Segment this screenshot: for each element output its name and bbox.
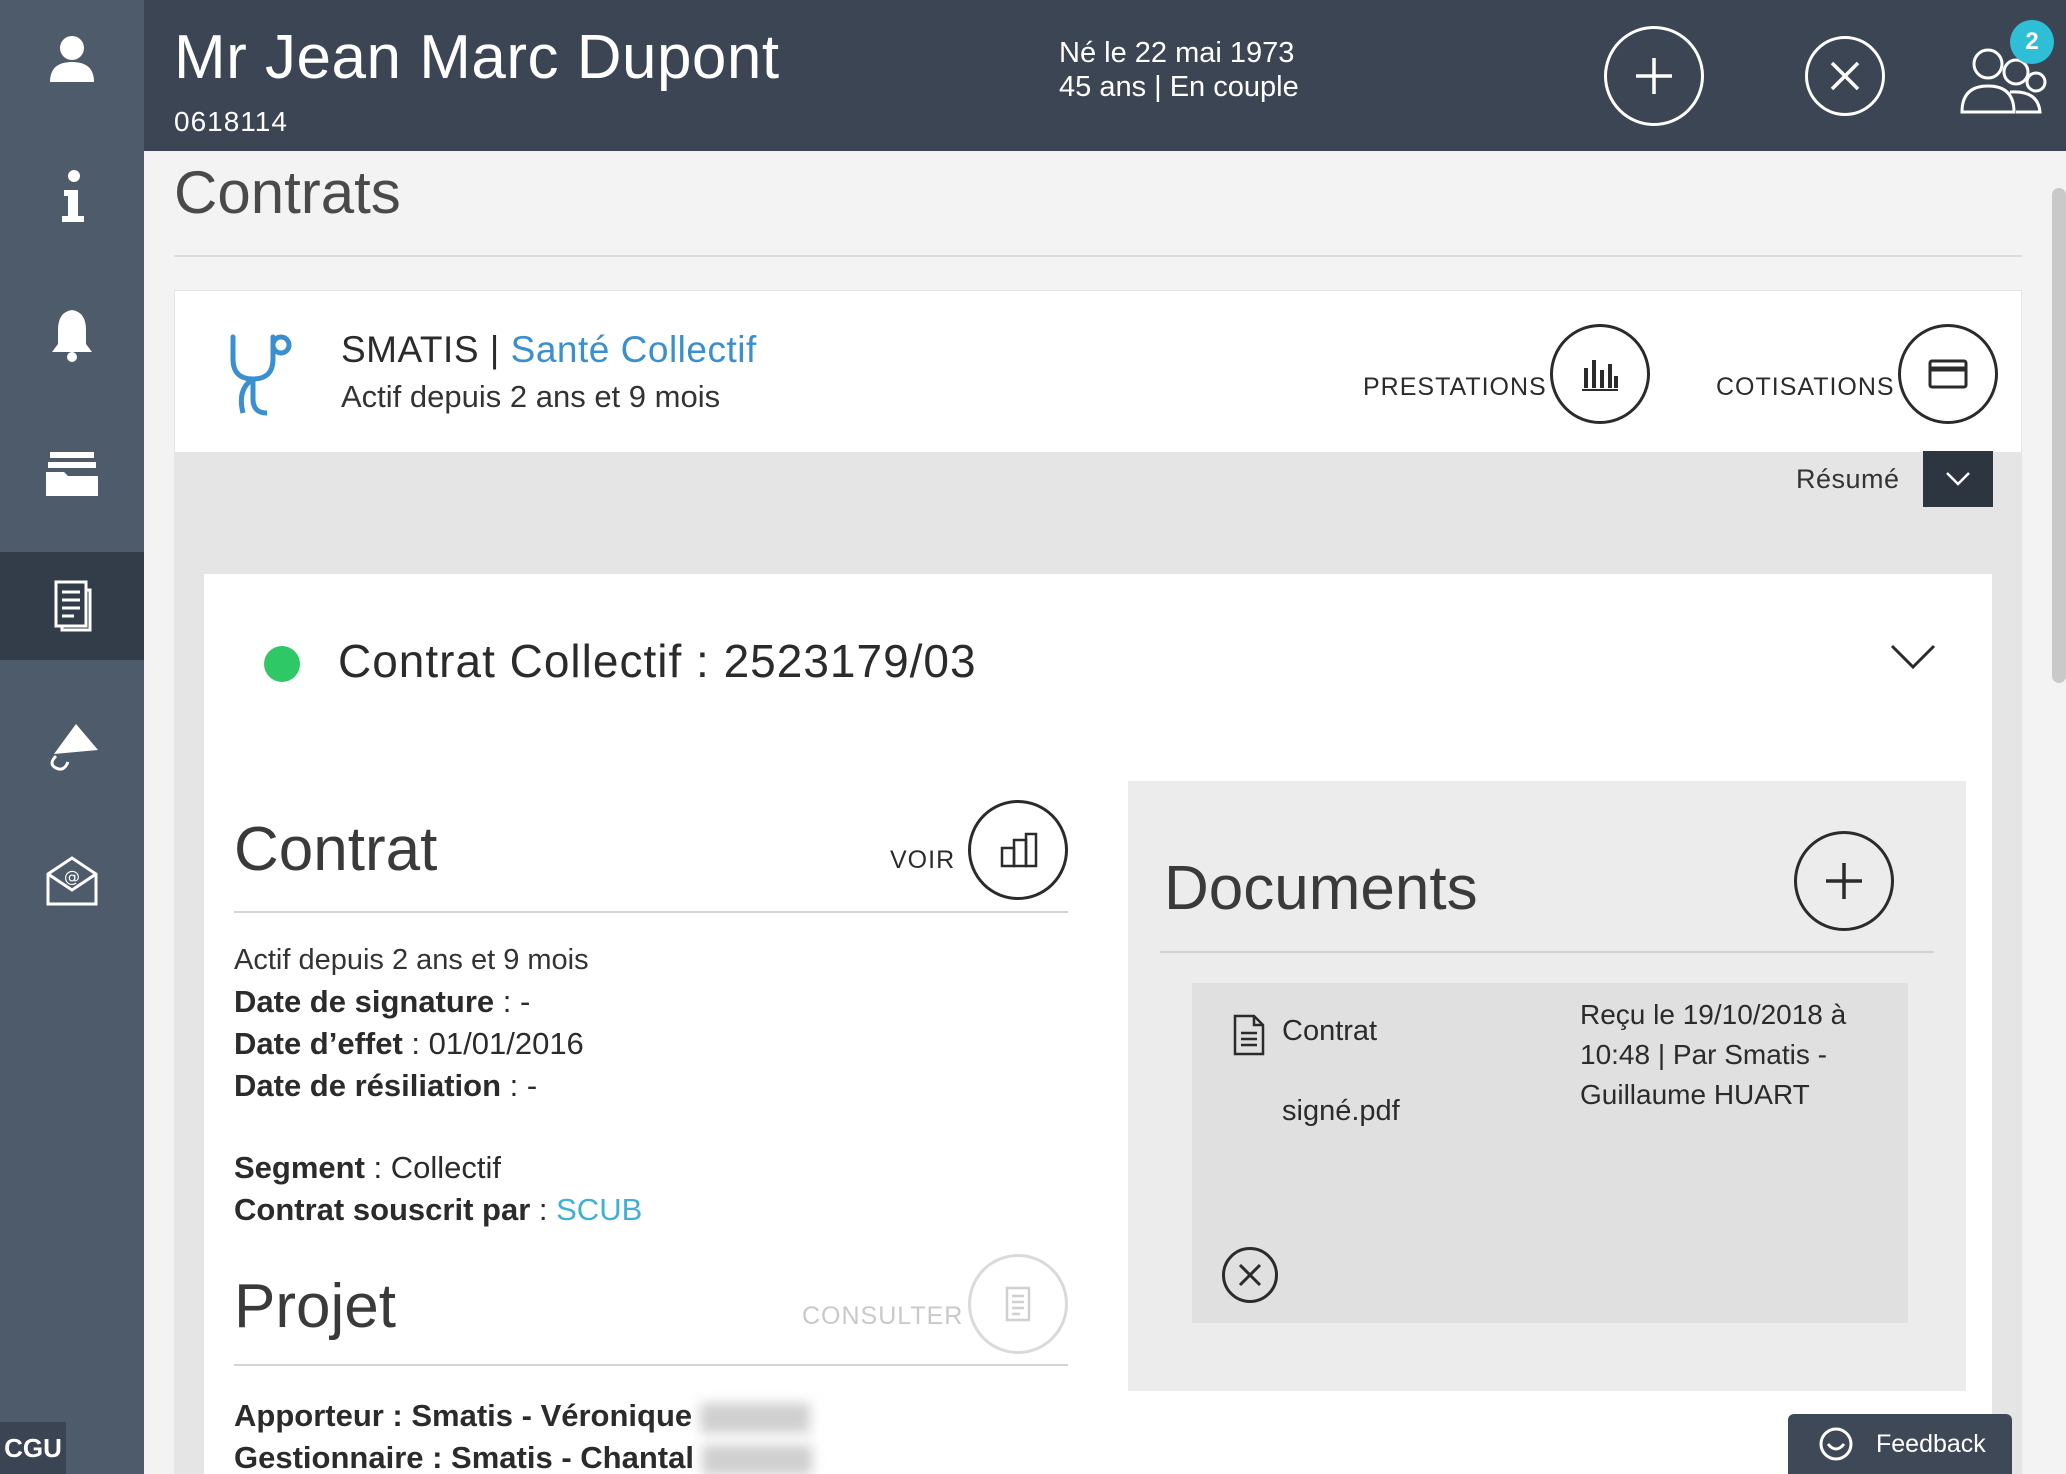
birth-date: Né le 22 mai 1973 xyxy=(1059,37,1295,69)
cotisations-button[interactable] xyxy=(1898,324,1998,424)
product-status: Actif depuis 2 ans et 9 mois xyxy=(341,379,721,414)
cgu-link[interactable]: CGU xyxy=(0,1422,66,1474)
subscribed-by: Contrat souscrit par : SCUB xyxy=(234,1192,642,1228)
documents-title: Documents xyxy=(1164,854,1478,923)
feedback-icon xyxy=(1819,1427,1853,1461)
patient-id: 0618114 xyxy=(174,106,288,137)
product-name: Santé Collectif xyxy=(510,329,757,370)
plus-icon xyxy=(1826,863,1862,899)
projet-section-title: Projet xyxy=(234,1272,396,1341)
info-icon xyxy=(62,170,84,222)
product-card: SMATIS | Santé Collectif Actif depuis 2 … xyxy=(174,290,2022,453)
apporteur-label: Apporteur : Smatis - Véronique xyxy=(234,1398,693,1433)
file-icon xyxy=(1233,1014,1265,1056)
close-button[interactable] xyxy=(1805,36,1885,116)
patient-name: Mr Jean Marc Dupont xyxy=(174,23,780,92)
redacted-text xyxy=(701,1444,812,1474)
resume-toggle-button[interactable] xyxy=(1923,451,1993,507)
folders-icon xyxy=(46,452,98,496)
close-icon xyxy=(1238,1263,1262,1287)
contract-card: Contrat Collectif : 2523179/03 Contrat V… xyxy=(204,574,1992,1474)
product-separator: | xyxy=(479,329,511,370)
segment-value: : Collectif xyxy=(364,1150,502,1185)
notification-badge: 2 xyxy=(2010,20,2054,64)
documents-panel: Documents Contrat signé.pdf Reçu le 19/1… xyxy=(1128,781,1966,1391)
chevron-down-icon[interactable] xyxy=(1888,632,1938,682)
feedback-label: Feedback xyxy=(1876,1429,1986,1458)
apporteur: Apporteur : Smatis - Véronique xyxy=(234,1398,811,1434)
divider xyxy=(1160,951,1934,953)
sidebar-item-notifications[interactable] xyxy=(0,280,144,388)
redacted-text xyxy=(700,1402,811,1433)
document-name-line1[interactable]: Contrat xyxy=(1282,1015,1377,1048)
gestionnaire-label: Gestionnaire : Smatis - Chantal xyxy=(234,1440,694,1474)
bell-icon xyxy=(52,310,92,362)
consulter-label: CONSULTER xyxy=(802,1302,964,1330)
resume-label: Résumé xyxy=(1796,464,1900,494)
sidebar-item-profile[interactable] xyxy=(0,4,144,112)
divider xyxy=(174,255,2022,257)
document-name-line2[interactable]: signé.pdf xyxy=(1282,1095,1400,1128)
credit-card-icon xyxy=(1928,359,1968,389)
divider xyxy=(234,1364,1068,1366)
effective-date: Date d’effet : 01/01/2016 xyxy=(234,1026,584,1062)
prestations-button[interactable] xyxy=(1550,324,1650,424)
contract-active-since: Actif depuis 2 ans et 9 mois xyxy=(234,944,589,976)
voir-label: VOIR xyxy=(890,846,956,874)
sidebar-item-campaigns[interactable] xyxy=(0,692,144,800)
divider xyxy=(234,911,1068,913)
document-meta: Reçu le 19/10/2018 à 10:48 | Par Smatis … xyxy=(1580,999,1847,1110)
product-title: SMATIS | Santé Collectif xyxy=(341,329,757,371)
document-item[interactable]: Contrat signé.pdf Reçu le 19/10/2018 à 1… xyxy=(1192,983,1908,1323)
effective-date-label: Date d’effet xyxy=(234,1026,403,1061)
segment-label: Segment xyxy=(234,1150,365,1185)
patient-birth-info: Né le 22 mai 1973 45 ans | En couple xyxy=(1059,36,1299,104)
building-icon xyxy=(1000,832,1038,868)
termination-date: Date de résiliation : - xyxy=(234,1068,537,1104)
sidebar: @ CGU xyxy=(0,0,144,1474)
sidebar-item-folders[interactable] xyxy=(0,418,144,526)
termination-date-label: Date de résiliation xyxy=(234,1068,502,1103)
prestations-label: PRESTATIONS xyxy=(1363,373,1547,401)
contract-title: Contrat Collectif : 2523179/03 xyxy=(338,635,977,687)
patient-header: Mr Jean Marc Dupont 0618114 Né le 22 mai… xyxy=(144,0,2066,151)
delete-document-button[interactable] xyxy=(1222,1247,1278,1303)
contrat-section-title: Contrat xyxy=(234,815,438,884)
age-status: 45 ans | En couple xyxy=(1059,71,1299,103)
sidebar-item-messages[interactable]: @ xyxy=(0,826,144,934)
subscriber-link[interactable]: SCUB xyxy=(556,1192,642,1227)
effective-date-value: : 01/01/2016 xyxy=(402,1026,584,1061)
subscribed-by-sep: : xyxy=(530,1192,557,1227)
signature-date: Date de signature : - xyxy=(234,984,530,1020)
scrollbar[interactable] xyxy=(2052,188,2066,683)
cotisations-label: COTISATIONS xyxy=(1716,373,1895,401)
document-icon xyxy=(1005,1286,1031,1322)
add-document-button[interactable] xyxy=(1794,831,1894,931)
user-icon xyxy=(50,36,94,82)
add-button[interactable] xyxy=(1604,26,1704,126)
mail-icon: @ xyxy=(46,856,98,906)
megaphone-icon xyxy=(50,724,98,771)
contract-status-dot xyxy=(264,646,300,682)
product-brand: SMATIS xyxy=(341,329,479,370)
sidebar-item-info[interactable] xyxy=(0,142,144,250)
signature-date-value: : - xyxy=(494,984,531,1019)
sidebar-item-contracts[interactable] xyxy=(0,552,144,660)
close-icon xyxy=(1830,61,1860,91)
segment: Segment : Collectif xyxy=(234,1150,501,1186)
stethoscope-icon xyxy=(230,334,292,416)
gestionnaire: Gestionnaire : Smatis - Chantal xyxy=(234,1440,812,1474)
chevron-down-icon xyxy=(1946,472,1970,486)
svg-text:@: @ xyxy=(64,867,80,886)
consulter-projet-button[interactable] xyxy=(968,1254,1068,1354)
plus-icon xyxy=(1636,58,1672,94)
document-icon xyxy=(54,580,92,632)
feedback-button[interactable]: Feedback xyxy=(1788,1414,2012,1474)
voir-contrat-button[interactable] xyxy=(968,800,1068,900)
page-title: Contrats xyxy=(174,159,401,226)
signature-date-label: Date de signature xyxy=(234,984,495,1019)
termination-date-value: : - xyxy=(501,1068,538,1103)
subscribed-by-label: Contrat souscrit par xyxy=(234,1192,531,1227)
bar-chart-icon xyxy=(1582,360,1618,391)
